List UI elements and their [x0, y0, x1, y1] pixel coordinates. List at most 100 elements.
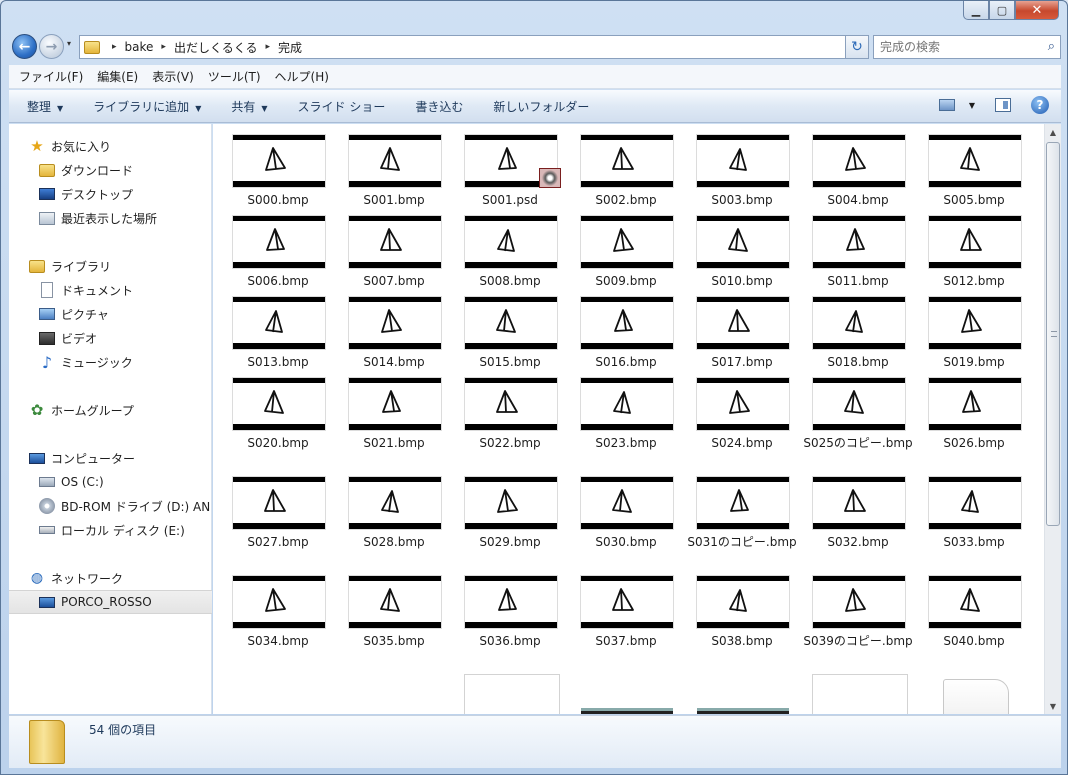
file-item[interactable]: S010.bmp	[687, 216, 797, 290]
partial-file-item[interactable]	[812, 674, 908, 714]
menu-file[interactable]: ファイル(F)	[19, 68, 83, 85]
refresh-button[interactable]: ↻	[845, 35, 869, 59]
menu-help[interactable]: ヘルプ(H)	[275, 68, 329, 85]
breadcrumb-dadashi-kurukuru[interactable]: 出だしくるくる	[174, 39, 258, 56]
file-item[interactable]: S031のコピー.bmp	[687, 477, 797, 551]
file-item[interactable]: S025のコピー.bmp	[803, 378, 913, 452]
partial-file-item[interactable]	[697, 708, 789, 714]
sidebar-item-favorites[interactable]: ★ お気に入り	[9, 134, 212, 158]
sidebar-item-homegroup[interactable]: ✿ ホームグループ	[9, 398, 212, 422]
sidebar-item-drive-c[interactable]: OS (C:)	[9, 470, 212, 494]
file-item[interactable]: S022.bmp	[455, 378, 565, 452]
search-input[interactable]	[874, 36, 1034, 58]
file-item[interactable]: S014.bmp	[339, 297, 449, 371]
sidebar-item-libraries[interactable]: ライブラリ	[9, 254, 212, 278]
sidebar-item-drive-e[interactable]: ローカル ディスク (E:)	[9, 518, 212, 542]
chevron-right-icon[interactable]: ▸	[112, 42, 117, 52]
sidebar-item-porco-rosso[interactable]: PORCO_ROSSO	[9, 590, 212, 614]
file-item[interactable]: S027.bmp	[223, 477, 333, 551]
file-item[interactable]: S023.bmp	[571, 378, 681, 452]
partial-file-item[interactable]	[581, 708, 673, 714]
breadcrumb-kansei[interactable]: 完成	[278, 39, 302, 56]
blank-document-icon[interactable]	[943, 679, 1009, 714]
file-item[interactable]: S028.bmp	[339, 477, 449, 551]
file-item[interactable]: S013.bmp	[223, 297, 333, 371]
file-item[interactable]: S001.bmp	[339, 135, 449, 209]
new-folder-button[interactable]: 新しいフォルダー	[493, 98, 589, 115]
file-item[interactable]: S026.bmp	[919, 378, 1029, 452]
sidebar-item-drive-d[interactable]: BD-ROM ドライブ (D:) AN	[9, 494, 212, 518]
file-item[interactable]: S037.bmp	[571, 576, 681, 650]
sidebar-item-videos[interactable]: ビデオ	[9, 326, 212, 350]
vertical-scrollbar[interactable]: ▲ ▼	[1044, 124, 1061, 714]
sidebar-item-computer[interactable]: コンピューター	[9, 446, 212, 470]
menu-view[interactable]: 表示(V)	[152, 68, 194, 85]
pyramid-icon	[264, 390, 284, 414]
file-item[interactable]: S008.bmp	[455, 216, 565, 290]
minimize-button[interactable]: ▁	[963, 1, 989, 20]
file-item[interactable]: S012.bmp	[919, 216, 1029, 290]
file-item[interactable]: S011.bmp	[803, 216, 913, 290]
file-item[interactable]: S005.bmp	[919, 135, 1029, 209]
partial-file-item[interactable]	[464, 674, 560, 714]
sidebar-item-pictures[interactable]: ピクチャ	[9, 302, 212, 326]
maximize-button[interactable]: ▢	[989, 1, 1015, 20]
file-item[interactable]: S003.bmp	[687, 135, 797, 209]
breadcrumb-bake[interactable]: bake	[125, 40, 154, 54]
add-to-library-button[interactable]: ライブラリに追加 ▼	[93, 98, 201, 115]
view-options-dropdown[interactable]: ▼	[969, 101, 975, 110]
recent-pages-dropdown[interactable]: ▾	[67, 39, 71, 48]
sidebar-item-downloads[interactable]: ダウンロード	[9, 158, 212, 182]
help-icon[interactable]: ?	[1031, 96, 1049, 114]
sidebar-item-music[interactable]: ♪ ミュージック	[9, 350, 212, 374]
file-item[interactable]: S007.bmp	[339, 216, 449, 290]
file-item[interactable]: S038.bmp	[687, 576, 797, 650]
sidebar-item-desktop[interactable]: デスクトップ	[9, 182, 212, 206]
file-item[interactable]: S002.bmp	[571, 135, 681, 209]
sidebar-item-recent-places[interactable]: 最近表示した場所	[9, 206, 212, 230]
forward-button[interactable]: →	[39, 34, 64, 59]
file-item[interactable]: S021.bmp	[339, 378, 449, 452]
sidebar-item-documents[interactable]: ドキュメント	[9, 278, 212, 302]
file-item[interactable]: S024.bmp	[687, 378, 797, 452]
back-button[interactable]: ←	[12, 34, 37, 59]
file-item[interactable]: S019.bmp	[919, 297, 1029, 371]
menu-edit[interactable]: 編集(E)	[97, 68, 138, 85]
file-item[interactable]: S030.bmp	[571, 477, 681, 551]
file-item[interactable]: S018.bmp	[803, 297, 913, 371]
file-item[interactable]: S017.bmp	[687, 297, 797, 371]
sidebar-item-network[interactable]: ◍ ネットワーク	[9, 566, 212, 590]
file-item[interactable]: S033.bmp	[919, 477, 1029, 551]
file-thumbnail	[233, 135, 325, 187]
file-item[interactable]: S036.bmp	[455, 576, 565, 650]
file-item[interactable]: S020.bmp	[223, 378, 333, 452]
scroll-up-button[interactable]: ▲	[1045, 124, 1061, 140]
share-button[interactable]: 共有 ▼	[231, 98, 267, 115]
close-button[interactable]: ✕	[1015, 1, 1059, 20]
preview-pane-icon[interactable]	[995, 98, 1011, 112]
file-item[interactable]: S009.bmp	[571, 216, 681, 290]
file-item[interactable]: S040.bmp	[919, 576, 1029, 650]
chevron-right-icon[interactable]: ▸	[161, 42, 166, 52]
file-item[interactable]: S029.bmp	[455, 477, 565, 551]
file-item[interactable]: S035.bmp	[339, 576, 449, 650]
file-item[interactable]: S039のコピー.bmp	[803, 576, 913, 650]
scroll-thumb[interactable]	[1046, 142, 1060, 526]
file-item[interactable]: S015.bmp	[455, 297, 565, 371]
slideshow-button[interactable]: スライド ショー	[298, 98, 386, 115]
scroll-down-button[interactable]: ▼	[1045, 698, 1061, 714]
address-bar[interactable]: ▸ bake ▸ 出だしくるくる ▸ 完成 ▾	[79, 35, 869, 59]
file-item[interactable]: S001.psd	[455, 135, 565, 209]
burn-button[interactable]: 書き込む	[415, 98, 463, 115]
file-item[interactable]: S006.bmp	[223, 216, 333, 290]
chevron-right-icon[interactable]: ▸	[265, 42, 270, 52]
change-view-icon[interactable]	[938, 99, 955, 111]
file-item[interactable]: S004.bmp	[803, 135, 913, 209]
file-item[interactable]: S034.bmp	[223, 576, 333, 650]
file-item[interactable]: S032.bmp	[803, 477, 913, 551]
file-item[interactable]: S016.bmp	[571, 297, 681, 371]
menu-tools[interactable]: ツール(T)	[208, 68, 261, 85]
search-icon[interactable]: ⌕	[1048, 39, 1055, 54]
file-item[interactable]: S000.bmp	[223, 135, 333, 209]
organize-button[interactable]: 整理 ▼	[27, 98, 63, 115]
